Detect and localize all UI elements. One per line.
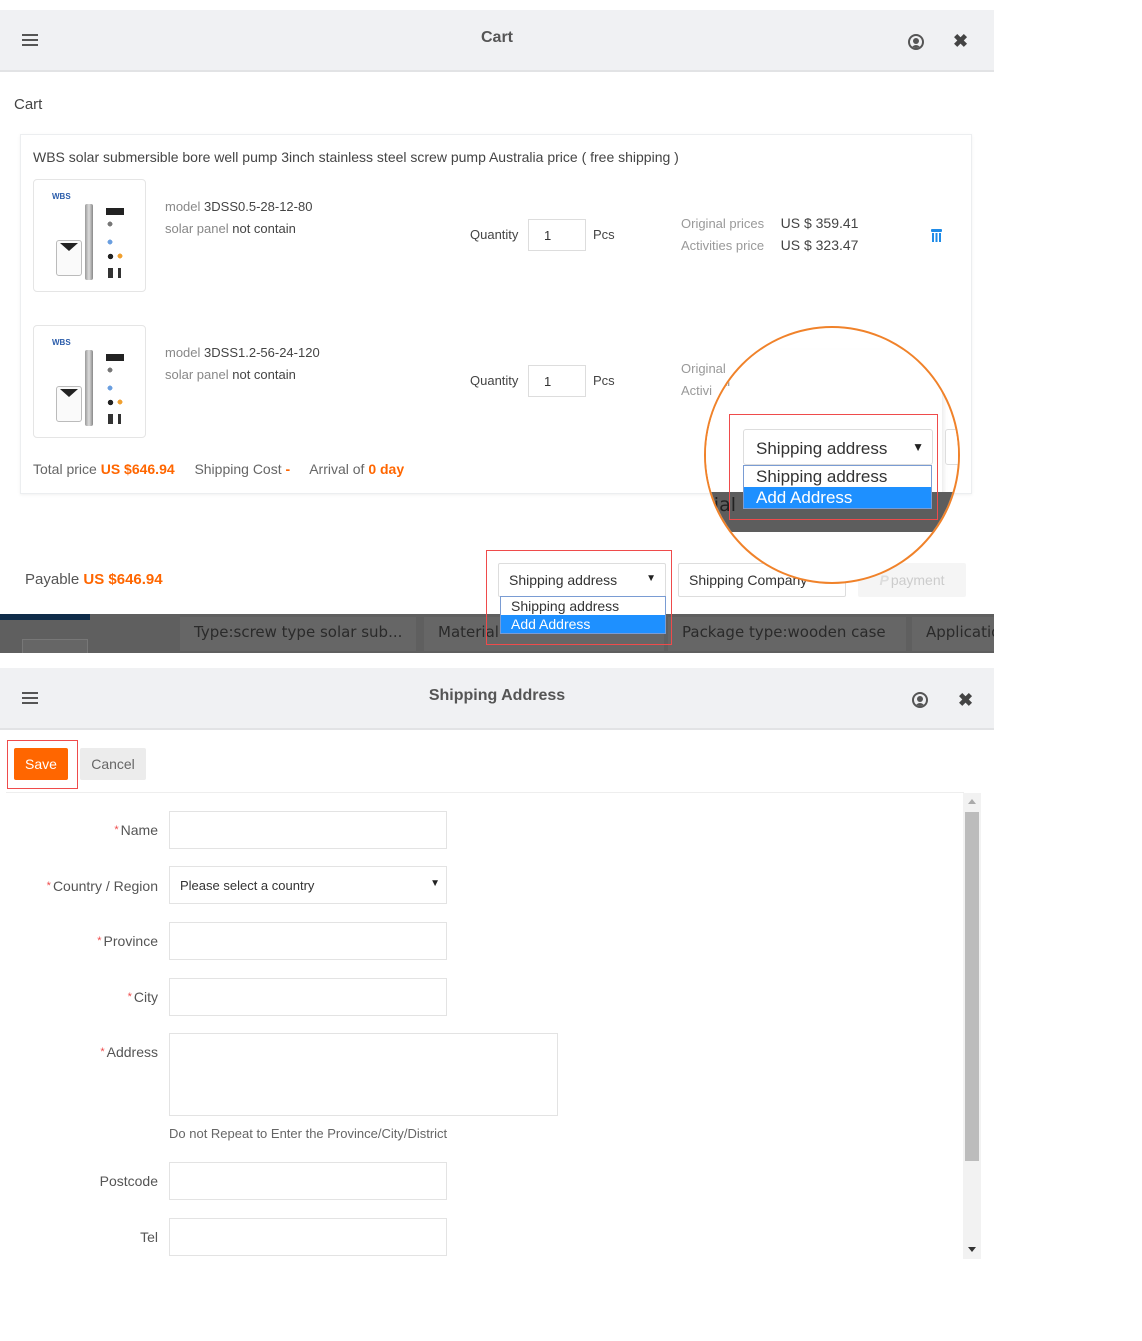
cart-item: WBS model 3DSS0.5-28-12-80 solar panel n…: [33, 179, 963, 293]
original-price-value: US $ 359.41: [780, 215, 859, 231]
cart-section-label: Cart: [14, 96, 43, 113]
cart-header: Cart ✖: [0, 10, 994, 72]
model-label: model: [165, 345, 201, 360]
controller-image: [56, 386, 82, 422]
payable-summary: Payable US $646.94: [25, 571, 163, 588]
page-title: Shipping Address: [428, 687, 566, 704]
solar-panel-value: not contain: [232, 367, 296, 382]
shipping-cost-label: Shipping Cost: [194, 461, 282, 477]
shipping-cost-value: -: [285, 461, 291, 477]
original-price-label: Original prices: [681, 216, 765, 231]
arrival-value: 0 day: [368, 461, 405, 477]
pump-image: [85, 350, 93, 426]
solar-panel-label: solar panel: [165, 367, 229, 382]
activity-price-value: US $ 323.47: [780, 237, 859, 253]
form-scrollbar[interactable]: [963, 793, 981, 1259]
mag-annotation-box: [729, 414, 938, 520]
model-spec: model 3DSS0.5-28-12-80: [165, 199, 312, 214]
dropdown-arrow-icon: ▼: [430, 878, 440, 889]
tel-label: Tel: [140, 1229, 158, 1245]
background-box: [22, 639, 88, 653]
required-mark: *: [46, 880, 51, 892]
unit-label: Pcs: [593, 227, 615, 242]
shipping-address-window: Shipping Address ✖ Save Cancel * Name * Co…: [0, 668, 994, 1268]
close-icon[interactable]: ✖: [958, 690, 973, 710]
mag-original-label: Original: [706, 373, 731, 389]
mag-activity-label: Activi: [705, 395, 716, 411]
activity-price-row: Activities price US $ 323.47: [681, 237, 858, 253]
page-title: Cart: [480, 29, 513, 46]
city-input[interactable]: [169, 978, 447, 1016]
scroll-up-icon[interactable]: [968, 799, 976, 804]
country-select[interactable]: Please select a country ▼: [169, 866, 447, 904]
accent-strip: [0, 614, 90, 620]
total-price-value: US $646.94: [100, 461, 175, 477]
parts-image: [104, 208, 126, 280]
activity-price-label: Activities price: [681, 238, 765, 253]
brand-logo: WBS: [52, 192, 71, 201]
model-spec: model 3DSS1.2-56-24-120: [165, 345, 320, 360]
province-input[interactable]: [169, 922, 447, 960]
quantity-input[interactable]: [528, 219, 586, 251]
country-placeholder: Please select a country: [180, 878, 315, 893]
payable-label: Payable: [25, 571, 80, 588]
province-label: * Province: [97, 933, 158, 949]
total-price-label: Total price: [33, 461, 97, 477]
pump-image: [85, 204, 93, 280]
solar-panel-spec: solar panel not contain: [165, 367, 296, 382]
cancel-button[interactable]: Cancel: [80, 748, 146, 780]
user-icon[interactable]: [908, 34, 924, 50]
required-mark: *: [114, 824, 119, 836]
quantity-input[interactable]: [528, 365, 586, 397]
unit-label: Pcs: [593, 373, 615, 388]
magnifier-callout: Original Activi rial Shipping address ▼ …: [704, 326, 960, 584]
product-thumbnail[interactable]: WBS: [33, 325, 146, 438]
arrival-label: Arrival of: [309, 461, 365, 477]
country-label: * Country / Region: [46, 878, 158, 894]
quantity-label: Quantity: [470, 373, 519, 388]
annotation-highlight-box: [486, 550, 672, 645]
scroll-down-icon[interactable]: [968, 1247, 976, 1252]
name-label: * Name: [114, 822, 158, 838]
brand-logo: WBS: [52, 338, 71, 347]
solar-panel-spec: solar panel not contain: [165, 221, 296, 236]
original-price-row: Original prices US $ 359.41: [681, 215, 858, 231]
address-textarea[interactable]: [169, 1033, 558, 1116]
controller-image: [56, 240, 82, 276]
trash-icon[interactable]: [931, 229, 942, 242]
required-mark: *: [127, 991, 132, 1003]
postcode-input[interactable]: [169, 1162, 447, 1200]
model-value: 3DSS1.2-56-24-120: [204, 345, 320, 360]
required-mark: *: [100, 1046, 105, 1058]
user-icon[interactable]: [912, 692, 928, 708]
name-input[interactable]: [169, 811, 447, 849]
divider: [6, 792, 964, 793]
annotation-highlight-box: [7, 740, 78, 789]
parts-image: [104, 354, 126, 426]
attribute-tag: Applicatio: [912, 617, 994, 651]
cart-totals: Total price US $646.94 Shipping Cost - A…: [33, 461, 404, 477]
address-header: Shipping Address ✖: [0, 668, 994, 730]
close-icon[interactable]: ✖: [953, 31, 968, 51]
model-value: 3DSS0.5-28-12-80: [204, 199, 313, 214]
required-mark: *: [97, 935, 102, 947]
postcode-label: Postcode: [99, 1173, 158, 1189]
city-label: * City: [127, 989, 158, 1005]
address-hint: Do not Repeat to Enter the Province/City…: [169, 1126, 448, 1141]
solar-panel-label: solar panel: [165, 221, 229, 236]
tel-input[interactable]: [169, 1218, 447, 1256]
model-label: model: [165, 199, 201, 214]
address-label: * Address: [100, 1044, 158, 1060]
mag-shipping-company-select: [945, 429, 958, 465]
cart-window: Cart ✖ Cart WBS solar submersible bore w…: [0, 10, 994, 653]
payable-value: US $646.94: [83, 571, 163, 588]
attribute-tag: Package type:wooden case: [668, 617, 906, 651]
quantity-label: Quantity: [470, 227, 519, 242]
attribute-tag: Type:screw type solar sub...: [180, 617, 416, 651]
scrollbar-thumb[interactable]: [965, 812, 979, 1161]
product-title[interactable]: WBS solar submersible bore well pump 3in…: [33, 149, 679, 165]
solar-panel-value: not contain: [232, 221, 296, 236]
product-thumbnail[interactable]: WBS: [33, 179, 146, 292]
